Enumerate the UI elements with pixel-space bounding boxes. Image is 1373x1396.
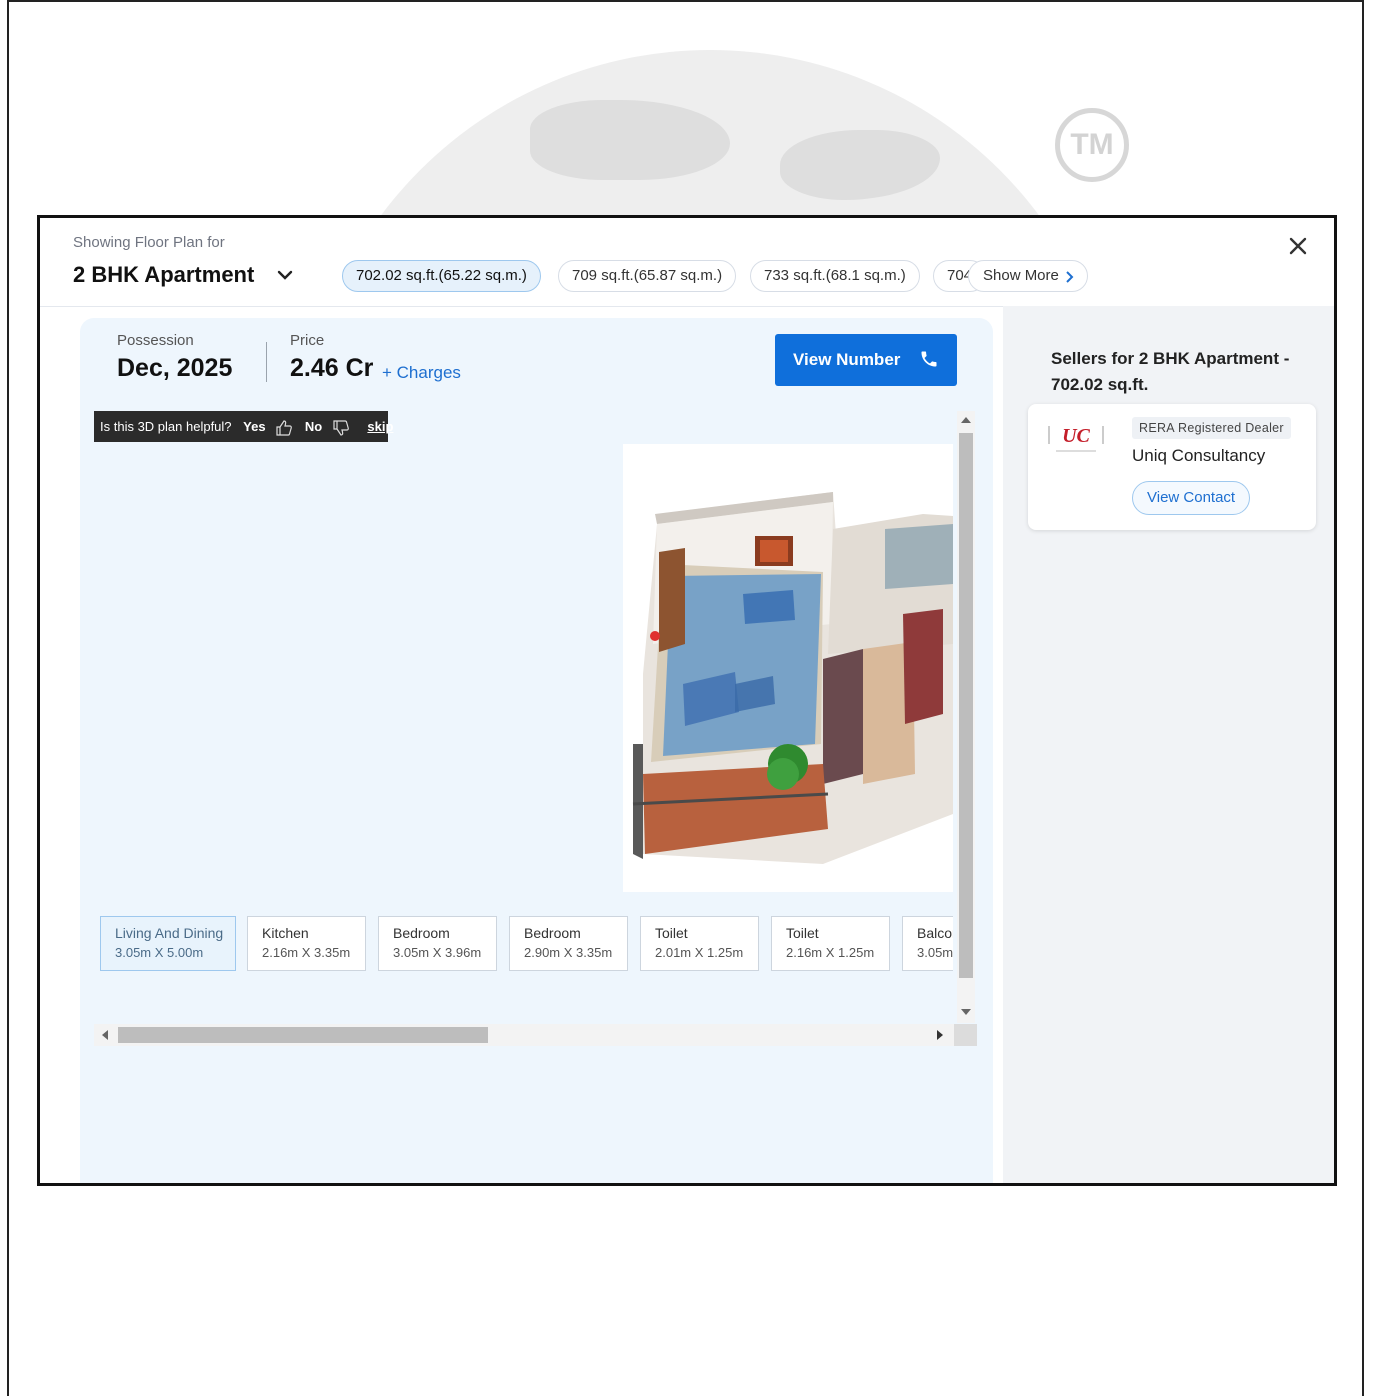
room-name: Balcor: [917, 925, 953, 941]
feedback-question: Is this 3D plan helpful?: [100, 419, 232, 434]
size-chip[interactable]: 709 sq.ft.(65.87 sq.m.): [558, 260, 737, 292]
room-tab[interactable]: Bedroom 3.05m X 3.96m: [378, 916, 497, 971]
floor-plan-modal: Showing Floor Plan for 2 BHK Apartment 7…: [37, 215, 1337, 1186]
room-tab[interactable]: Bedroom 2.90m X 3.35m: [509, 916, 628, 971]
chevron-right-icon: [1066, 271, 1074, 283]
vertical-scrollbar[interactable]: [957, 411, 975, 1023]
thumbs-up-icon[interactable]: [275, 419, 293, 437]
seller-name[interactable]: Uniq Consultancy: [1132, 446, 1265, 466]
background-globe: [300, 40, 1120, 220]
show-more-button[interactable]: Show More: [968, 260, 1088, 292]
sellers-panel: Sellers for 2 BHK Apartment - 702.02 sq.…: [1003, 306, 1334, 1183]
room-dimension: 3.05m X 3.96m: [393, 945, 482, 960]
price-label: Price: [290, 332, 325, 349]
scroll-thumb[interactable]: [118, 1027, 488, 1043]
feedback-skip[interactable]: skip: [367, 411, 393, 442]
plan-panel: Possession Dec, 2025 Price 2.46 Cr + Cha…: [80, 318, 993, 1183]
price-value: 2.46 Cr: [290, 354, 374, 382]
trademark-logo: TM: [1055, 108, 1129, 182]
room-name: Kitchen: [262, 925, 309, 941]
view-number-button[interactable]: View Number: [775, 334, 957, 386]
room-name: Bedroom: [393, 925, 450, 941]
room-dimension: 2.01m X 1.25m: [655, 945, 744, 960]
room-tab[interactable]: Toilet 2.01m X 1.25m: [640, 916, 759, 971]
show-more-label: Show More: [983, 267, 1059, 284]
feedback-bar: Is this 3D plan helpful? Yes No skip: [94, 411, 393, 442]
horizontal-scrollbar[interactable]: [94, 1024, 977, 1046]
room-tab[interactable]: Toilet 2.16m X 1.25m: [771, 916, 890, 971]
divider: [266, 342, 267, 382]
scroll-thumb[interactable]: [959, 433, 973, 978]
rera-badge: RERA Registered Dealer: [1132, 417, 1291, 439]
room-list: Living And Dining 3.05m X 5.00m Kitchen …: [100, 916, 953, 974]
scroll-down-arrow[interactable]: [961, 1009, 971, 1015]
room-name: Toilet: [655, 925, 688, 941]
room-dimension: 2.90m X 3.35m: [524, 945, 613, 960]
room-dimension: 3.05m X 5.00m: [115, 945, 204, 960]
phone-icon: [921, 351, 937, 367]
thumbs-down-icon[interactable]: [332, 419, 350, 437]
room-name: Living And Dining: [115, 925, 224, 941]
showing-label: Showing Floor Plan for: [73, 234, 225, 251]
size-chip[interactable]: 702.02 sq.ft.(65.22 sq.m.): [342, 260, 541, 292]
feedback-yes[interactable]: Yes: [243, 411, 265, 442]
room-tab[interactable]: Kitchen 2.16m X 3.35m: [247, 916, 366, 971]
svg-text:UC: UC: [1062, 425, 1090, 447]
size-chip[interactable]: 733 sq.ft.(68.1 sq.m.): [750, 260, 920, 292]
room-name: Bedroom: [524, 925, 581, 941]
scroll-up-arrow[interactable]: [961, 417, 971, 423]
seller-logo: UC: [1048, 425, 1104, 452]
seller-card: UC RERA Registered Dealer Uniq Consultan…: [1028, 404, 1316, 530]
scroll-corner: [954, 1024, 977, 1046]
room-tab[interactable]: Balcor 3.05m: [902, 916, 953, 971]
chevron-down-icon[interactable]: [276, 266, 294, 284]
room-dimension: 3.05m: [917, 945, 953, 960]
sellers-title: Sellers for 2 BHK Apartment - 702.02 sq.…: [1051, 349, 1290, 394]
view-number-label: View Number: [793, 350, 901, 369]
feedback-no[interactable]: No: [305, 411, 322, 442]
room-dimension: 2.16m X 3.35m: [262, 945, 351, 960]
charges-link[interactable]: + Charges: [382, 363, 461, 383]
scroll-right-arrow[interactable]: [937, 1030, 943, 1040]
possession-label: Possession: [117, 332, 194, 349]
room-dimension: 2.16m X 1.25m: [786, 945, 875, 960]
scroll-left-arrow[interactable]: [102, 1030, 108, 1040]
size-chips: 702.02 sq.ft.(65.22 sq.m.) 709 sq.ft.(65…: [342, 260, 1102, 294]
floor-plan-3d-image[interactable]: [623, 444, 953, 892]
apartment-type-select[interactable]: 2 BHK Apartment: [73, 262, 254, 288]
room-name: Toilet: [786, 925, 819, 941]
possession-value: Dec, 2025: [117, 354, 233, 382]
room-tab[interactable]: Living And Dining 3.05m X 5.00m: [100, 916, 236, 971]
modal-header: Showing Floor Plan for 2 BHK Apartment 7…: [40, 218, 1334, 307]
view-contact-button[interactable]: View Contact: [1132, 481, 1251, 515]
close-icon[interactable]: [1286, 234, 1310, 258]
